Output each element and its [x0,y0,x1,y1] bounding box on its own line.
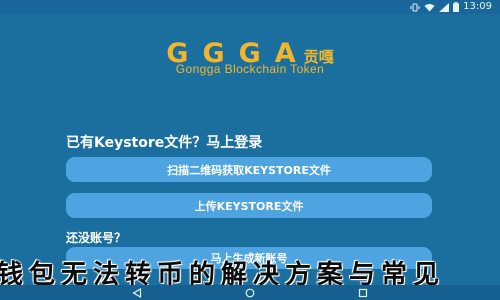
status-icons: 13:09 [410,0,492,14]
vibrate-icon [410,3,420,12]
status-bar: 13:09 [0,0,500,14]
logo-subtitle: Gongga Blockchain Token [175,62,325,76]
battery-icon [453,2,460,12]
back-icon[interactable] [131,287,143,298]
overlay-headline: 钱包无法转币的解决方案与常见 [0,260,446,286]
upload-keystore-button[interactable]: 上传KEYSTORE文件 [66,193,432,218]
keystore-login-title: 已有Keystore文件？马上登录 [66,135,263,151]
scan-qr-keystore-button[interactable]: 扫描二维码获取KEYSTORE文件 [66,157,432,182]
status-time: 13:09 [463,1,492,12]
recent-apps-icon[interactable] [357,288,369,298]
wifi-icon [424,3,435,12]
no-account-title: 还没账号？ [66,231,127,245]
home-icon[interactable] [244,288,256,298]
signal-icon [439,2,450,12]
navigation-bar [0,285,500,300]
